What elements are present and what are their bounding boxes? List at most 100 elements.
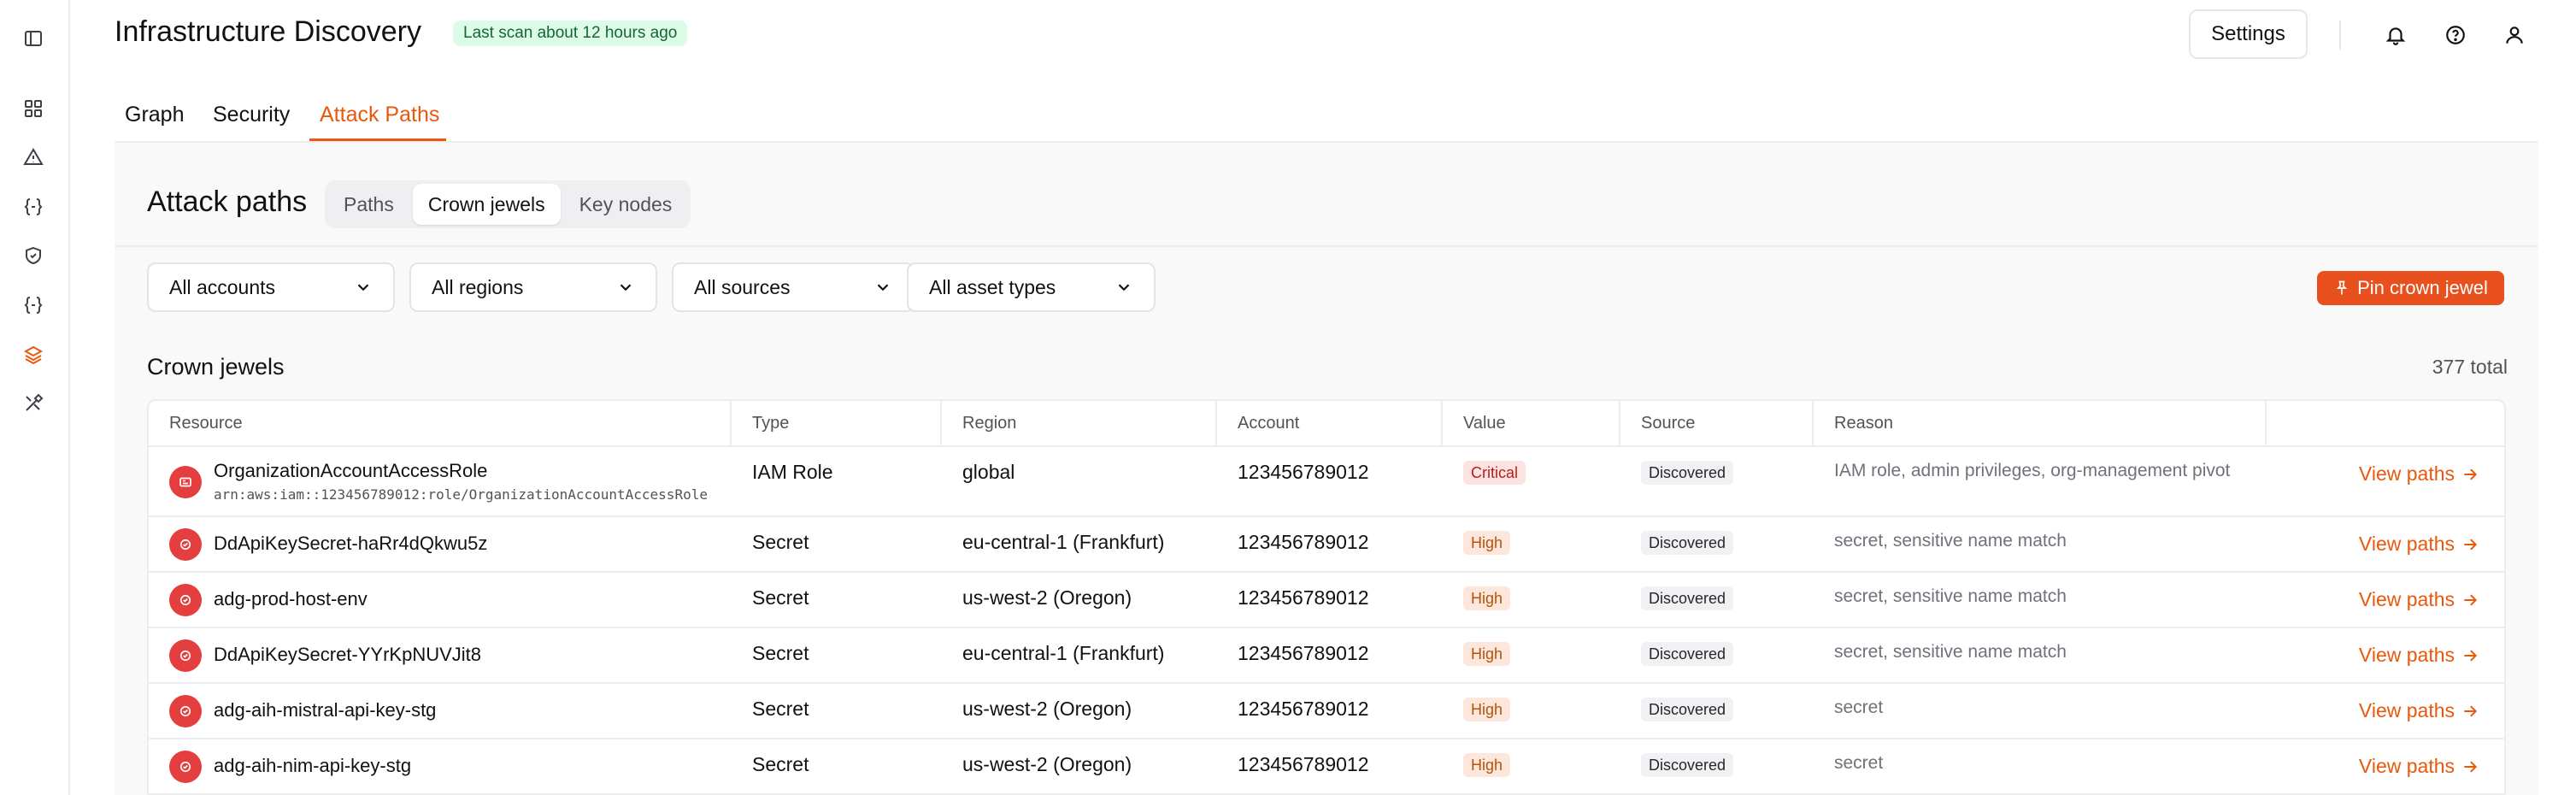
type-cell: Secret	[752, 698, 809, 720]
alert-triangle-icon[interactable]	[21, 144, 46, 170]
reason-cell: secret, sensitive name match	[1834, 586, 2067, 606]
view-paths-link[interactable]: View paths	[2359, 533, 2479, 556]
table-row[interactable]: DdApiKeySecret-YYrKpNUVJit8 Secret eu-ce…	[149, 628, 2504, 684]
table-row[interactable]: adg-aih-mistral-api-key-stg Secret us-we…	[149, 684, 2504, 739]
tools-icon[interactable]	[21, 391, 46, 416]
user-icon[interactable]	[2493, 14, 2536, 56]
panel-title: Attack paths	[147, 186, 308, 218]
resource-type-icon	[169, 751, 202, 783]
layers-icon[interactable]	[21, 342, 46, 368]
accounts-filter-value: All accounts	[169, 275, 276, 298]
view-paths-label: View paths	[2358, 462, 2455, 485]
braces-icon[interactable]	[21, 292, 46, 318]
column-header-resource: Resource	[169, 414, 243, 433]
column-divider	[2265, 401, 2267, 445]
account-cell: 123456789012	[1238, 586, 1369, 609]
arrow-right-icon	[2464, 468, 2478, 480]
sidebar-toggle-icon[interactable]	[21, 26, 46, 51]
table-row[interactable]: DdApiKeySecret-haRr4dQkwu5z Secret eu-ce…	[149, 517, 2504, 573]
accounts-filter[interactable]: All accounts	[147, 262, 395, 312]
reason-cell: IAM role, admin privileges, org-manageme…	[1834, 461, 2231, 480]
view-paths-label: View paths	[2358, 699, 2455, 721]
reason-cell: secret	[1834, 753, 1884, 773]
pin-crown-jewel-label: Pin crown jewel	[2357, 277, 2488, 298]
value-badge: High	[1463, 642, 1511, 666]
account-cell: 123456789012	[1238, 753, 1369, 775]
resource-name: DdApiKeySecret-YYrKpNUVJit8	[214, 644, 482, 665]
shield-icon[interactable]	[21, 243, 46, 268]
type-cell: Secret	[752, 753, 809, 775]
left-rail	[0, 0, 70, 795]
scan-status-badge: Last scan about 12 hours ago	[453, 21, 688, 46]
segment-paths[interactable]: Paths	[328, 184, 409, 225]
tab-security[interactable]: Security	[213, 103, 290, 127]
pin-crown-jewel-button[interactable]: Pin crown jewel	[2317, 271, 2504, 305]
value-badge: High	[1463, 698, 1511, 721]
bell-icon[interactable]	[2374, 14, 2417, 56]
view-paths-link[interactable]: View paths	[2359, 699, 2479, 722]
view-paths-label: View paths	[2358, 588, 2455, 610]
view-paths-link[interactable]: View paths	[2359, 588, 2479, 611]
column-header-source: Source	[1641, 414, 1696, 433]
resource-name: adg-aih-nim-api-key-stg	[214, 755, 412, 776]
column-header-region: Region	[962, 414, 1017, 433]
dashboard-icon[interactable]	[21, 96, 46, 121]
view-paths-link[interactable]: View paths	[2359, 644, 2479, 667]
segment-crown-jewels[interactable]: Crown jewels	[412, 184, 561, 225]
type-cell: Secret	[752, 531, 809, 553]
resource-type-icon	[169, 639, 202, 672]
tab-attack-paths[interactable]: Attack Paths	[320, 103, 439, 127]
view-paths-label: View paths	[2358, 755, 2455, 777]
resource-name: DdApiKeySecret-haRr4dQkwu5z	[214, 533, 488, 554]
tab-graph[interactable]: Graph	[125, 103, 184, 127]
help-circle-icon[interactable]	[2434, 14, 2477, 56]
header-divider	[2339, 21, 2341, 50]
account-cell: 123456789012	[1238, 642, 1369, 664]
value-badge: High	[1463, 753, 1511, 777]
chevron-down-icon	[877, 284, 889, 292]
regions-filter-value: All regions	[432, 275, 524, 298]
reason-cell: secret	[1834, 698, 1884, 717]
page-title: Infrastructure Discovery	[115, 15, 421, 48]
asset-types-filter[interactable]: All asset types	[907, 262, 1156, 312]
column-header-value: Value	[1463, 414, 1506, 433]
view-paths-link[interactable]: View paths	[2359, 462, 2479, 486]
segment-key-nodes[interactable]: Key nodes	[564, 184, 688, 225]
value-badge: Critical	[1463, 461, 1526, 485]
table-row[interactable]: adg-prod-host-env Secret us-west-2 (Oreg…	[149, 573, 2504, 628]
view-paths-link[interactable]: View paths	[2359, 755, 2479, 778]
sources-filter-value: All sources	[694, 275, 791, 298]
arrow-right-icon	[2464, 649, 2478, 662]
type-cell: Secret	[752, 642, 809, 664]
panel-header-divider	[115, 245, 2538, 247]
region-cell: global	[962, 461, 1015, 483]
resource-type-icon	[169, 466, 202, 498]
chevron-down-icon	[1118, 284, 1130, 292]
regions-filter[interactable]: All regions	[409, 262, 657, 312]
resource-arn: arn:aws:iam::123456789012:role/Organizat…	[214, 486, 708, 503]
settings-button[interactable]: Settings	[2189, 9, 2308, 59]
arrow-right-icon	[2464, 538, 2478, 551]
region-cell: us-west-2 (Oregon)	[962, 753, 1132, 775]
braces-icon[interactable]	[21, 194, 46, 220]
crown-jewels-heading: Crown jewels	[147, 354, 285, 380]
source-badge: Discovered	[1641, 586, 1734, 610]
sources-filter[interactable]: All sources	[672, 262, 915, 312]
arrow-right-icon	[2464, 593, 2478, 606]
resource-type-icon	[169, 584, 202, 616]
crown-jewels-table: Resource Type Region Account Value Sourc…	[147, 399, 2506, 795]
reason-cell: secret, sensitive name match	[1834, 642, 2067, 662]
table-row[interactable]: OrganizationAccountAccessRole arn:aws:ia…	[149, 447, 2504, 517]
region-cell: eu-central-1 (Frankfurt)	[962, 642, 1165, 664]
resource-name: adg-aih-mistral-api-key-stg	[214, 699, 437, 721]
source-badge: Discovered	[1641, 698, 1734, 721]
column-header-reason: Reason	[1834, 414, 1893, 433]
source-badge: Discovered	[1641, 753, 1734, 777]
resource-type-icon	[169, 695, 202, 727]
region-cell: eu-central-1 (Frankfurt)	[962, 531, 1165, 553]
account-cell: 123456789012	[1238, 698, 1369, 720]
resource-name: OrganizationAccountAccessRole	[214, 460, 488, 481]
value-badge: High	[1463, 531, 1511, 555]
table-row[interactable]: adg-aih-nim-api-key-stg Secret us-west-2…	[149, 739, 2504, 795]
resource-name: adg-prod-host-env	[214, 588, 368, 610]
